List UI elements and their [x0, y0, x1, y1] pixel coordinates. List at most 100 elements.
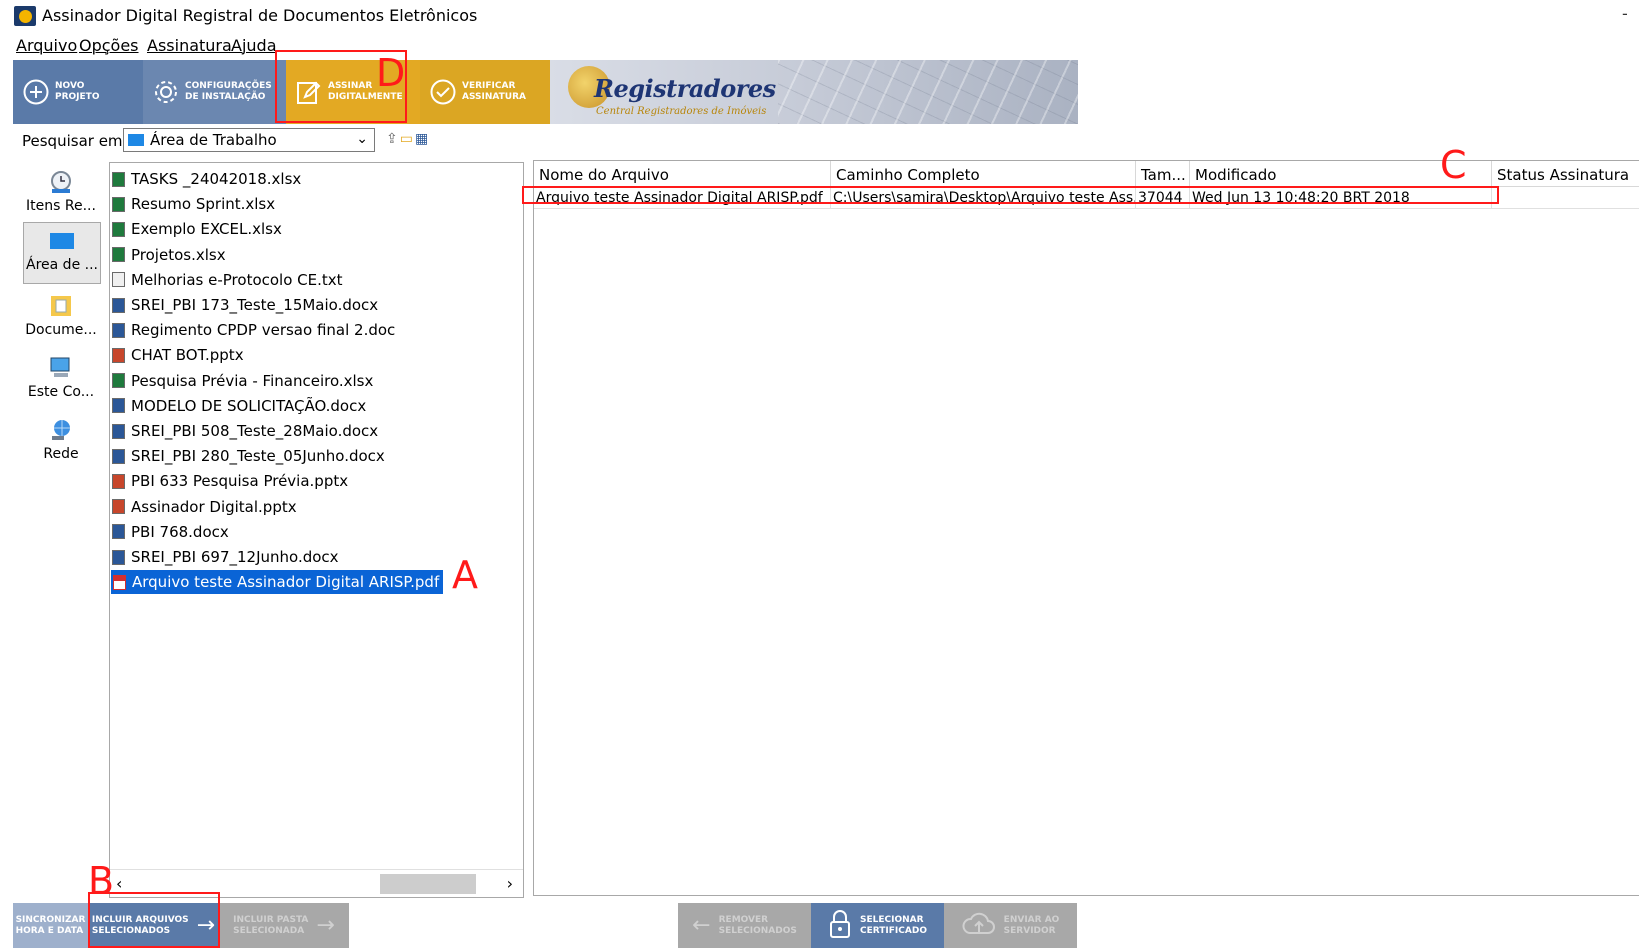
list-item[interactable]: PBI 633 Pesquisa Prévia.pptx: [110, 469, 352, 493]
file-name: SREI_PBI 280_Teste_05Junho.docx: [131, 447, 385, 466]
registradores-banner: Registradores Central Registradores de I…: [550, 60, 1078, 124]
list-item[interactable]: Projetos.xlsx: [110, 243, 230, 267]
configuracoes-button[interactable]: CONFIGURAÇÕES DE INSTALAÇÃO: [143, 60, 286, 124]
config-label-2: DE INSTALAÇÃO: [185, 92, 266, 102]
column-caminho[interactable]: Caminho Completo: [831, 161, 1136, 187]
list-item[interactable]: Regimento CPDP versao final 2.doc: [110, 318, 399, 342]
list-item[interactable]: Assinador Digital.pptx: [110, 495, 301, 519]
list-item[interactable]: Arquivo teste Assinador Digital ARISP.pd…: [111, 570, 444, 595]
file-name: Melhorias e-Protocolo CE.txt: [131, 270, 343, 289]
file-name: PBI 633 Pesquisa Prévia.pptx: [131, 472, 349, 491]
annotation-box-c: [522, 186, 1499, 204]
place-desktop[interactable]: Área de ...: [23, 222, 101, 284]
file-name: SREI_PBI 508_Teste_28Maio.docx: [131, 422, 379, 440]
place-label: Itens Re...: [26, 198, 96, 214]
list-item[interactable]: Resumo Sprint.xlsx: [110, 192, 279, 216]
pdf-file-icon: [113, 574, 126, 590]
place-documents[interactable]: Docume...: [23, 288, 99, 348]
list-item[interactable]: SREI_PBI 173_Teste_15Maio.docx: [110, 293, 382, 317]
folder-up-icon[interactable]: ⇪: [386, 131, 400, 147]
excel-file-icon: [112, 247, 125, 263]
list-item[interactable]: SREI_PBI 280_Teste_05Junho.docx: [110, 444, 389, 468]
selecionar-certificado-button[interactable]: SELECIONAR CERTIFICADO: [811, 903, 944, 948]
clock-icon: [48, 170, 74, 194]
places-bar: Itens Re... Área de ... Docume... Este C…: [13, 160, 103, 896]
scroll-right-icon[interactable]: ›: [507, 874, 513, 893]
minimize-button[interactable]: -: [1622, 4, 1628, 23]
place-network[interactable]: Rede: [23, 412, 99, 472]
list-item[interactable]: CHAT BOT.pptx: [110, 343, 248, 367]
cloud-upload-icon: [962, 911, 996, 941]
file-name: TASKS _24042018.xlsx: [131, 170, 302, 188]
column-tamanho[interactable]: Tam...: [1136, 161, 1190, 187]
novo-projeto-button[interactable]: NOVO PROJETO: [13, 60, 143, 124]
file-name: Pesquisa Prévia - Financeiro.xlsx: [131, 371, 374, 390]
list-item[interactable]: Exemplo EXCEL.xlsx: [110, 217, 286, 241]
config-label-1: CONFIGURAÇÕES: [185, 81, 272, 91]
menu-arquivo[interactable]: Arquivo: [16, 36, 77, 55]
list-item[interactable]: SREI_PBI 508_Teste_28Maio.docx: [110, 419, 382, 443]
place-label: Área de ...: [26, 257, 98, 273]
sinc-label-1: SINCRONIZAR: [15, 914, 86, 925]
toolbar: NOVO PROJETO CONFIGURAÇÕES DE INSTALAÇÃO A…: [13, 60, 1078, 124]
enviar-label-2: SERVIDOR: [1003, 925, 1056, 936]
verificar-label-1: VERIFICAR: [462, 81, 516, 91]
file-name: Projetos.xlsx: [131, 245, 226, 264]
file-name: SREI_PBI 173_Teste_15Maio.docx: [131, 296, 379, 314]
annotation-label-a: A: [452, 553, 478, 597]
scroll-left-icon[interactable]: ‹: [116, 874, 122, 893]
enviar-label-1: ENVIAR AO: [1003, 914, 1060, 925]
view-menu-icon[interactable]: ▦: [415, 131, 430, 147]
pasta-label-1: INCLUIR PASTA: [233, 914, 309, 925]
file-name: MODELO DE SOLICITAÇÃO.docx: [131, 396, 367, 415]
file-name: Exemplo EXCEL.xlsx: [131, 220, 282, 239]
incluir-pasta-button[interactable]: INCLUIR PASTA SELECIONADA →: [219, 903, 349, 948]
selecionar-label-2: CERTIFICADO: [860, 925, 927, 936]
menu-assinatura[interactable]: Assinatura: [147, 36, 232, 55]
list-item[interactable]: MODELO DE SOLICITAÇÃO.docx: [110, 394, 370, 418]
column-status[interactable]: Status Assinatura: [1492, 161, 1639, 187]
banner-subtitle: Central Registradores de Imóveis: [596, 106, 767, 117]
word-file-icon: [112, 549, 125, 565]
place-label: Docume...: [25, 322, 97, 338]
desktop-icon: [49, 229, 75, 253]
window-title: Assinador Digital Registral de Documento…: [42, 6, 478, 25]
file-name: SREI_PBI 697_12Junho.docx: [131, 548, 339, 566]
powerpoint-file-icon: [112, 499, 125, 515]
list-item[interactable]: TASKS _24042018.xlsx: [110, 167, 305, 191]
new-folder-icon[interactable]: ▭: [400, 131, 415, 147]
list-item[interactable]: PBI 768.docx: [110, 520, 233, 544]
place-label: Este Co...: [27, 384, 95, 400]
table-header: Nome do Arquivo Caminho Completo Tam... …: [534, 161, 1639, 187]
list-item[interactable]: SREI_PBI 697_12Junho.docx: [110, 545, 343, 569]
file-name: Assinador Digital.pptx: [131, 497, 297, 516]
enviar-servidor-button[interactable]: ENVIAR AO SERVIDOR: [944, 903, 1077, 948]
banner-title: Registradores: [594, 74, 776, 103]
search-label: Pesquisar em:: [22, 132, 128, 150]
list-item[interactable]: Pesquisa Prévia - Financeiro.xlsx: [110, 369, 377, 393]
column-nome[interactable]: Nome do Arquivo: [534, 161, 831, 187]
network-icon: [48, 418, 74, 442]
verificar-assinatura-button[interactable]: VERIFICAR ASSINATURA: [420, 60, 550, 124]
file-list: TASKS _24042018.xlsx Resumo Sprint.xlsx Ex…: [109, 162, 524, 898]
file-name: Regimento CPDP versao final 2.doc: [131, 321, 396, 340]
menu-ajuda[interactable]: Ajuda: [231, 36, 277, 55]
scrollbar-thumb[interactable]: [380, 874, 476, 894]
word-file-icon: [112, 423, 125, 439]
remover-selecionados-button[interactable]: ← REMOVER SELECIONADOS: [678, 903, 811, 948]
list-item[interactable]: Melhorias e-Protocolo CE.txt: [110, 268, 347, 292]
text-file-icon: [112, 272, 125, 288]
file-name: Resumo Sprint.xlsx: [131, 195, 276, 214]
powerpoint-file-icon: [112, 347, 125, 363]
powerpoint-file-icon: [112, 473, 125, 489]
location-dropdown[interactable]: Área de Trabalho ⌄: [123, 128, 375, 152]
sincronizar-hora-button[interactable]: SINCRONIZAR HORA E DATA: [13, 903, 88, 948]
location-value: Área de Trabalho: [150, 131, 277, 149]
place-label: Rede: [43, 446, 79, 462]
place-recent[interactable]: Itens Re...: [23, 164, 99, 224]
remover-label-1: REMOVER: [718, 914, 769, 925]
menu-opcoes[interactable]: Opções: [79, 36, 139, 55]
remover-label-2: SELECIONADOS: [718, 925, 797, 936]
place-computer[interactable]: Este Co...: [23, 350, 99, 410]
desktop-folder-icon: [128, 134, 144, 146]
